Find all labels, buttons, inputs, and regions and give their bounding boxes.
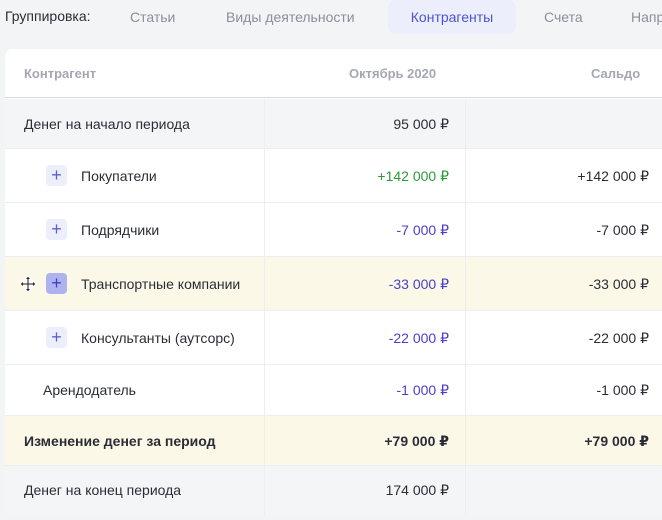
- row-value: 95 000 ₽: [393, 116, 449, 132]
- header-balance[interactable]: Сальдо: [591, 66, 640, 81]
- tab-activity-types[interactable]: Виды деятельности: [226, 0, 355, 34]
- column-divider: [465, 416, 466, 465]
- row-balance: +79 000 ₽: [584, 433, 649, 449]
- row-balance: -22 000 ₽: [588, 330, 649, 346]
- table-row-transport[interactable]: + Транспортные компании -33 000 ₽ -33 00…: [5, 257, 662, 311]
- row-balance: -1 000 ₽: [596, 382, 650, 398]
- column-divider: [465, 149, 466, 202]
- expand-icon[interactable]: +: [46, 219, 67, 240]
- row-label: Денег на конец периода: [24, 482, 182, 498]
- column-divider: [264, 466, 265, 515]
- column-divider: [465, 365, 466, 415]
- row-value: 174 000 ₽: [385, 482, 449, 498]
- cashflow-table: Контрагент Октябрь 2020 Сальдо Денег на …: [5, 49, 662, 515]
- table-row-change: Изменение денег за период +79 000 ₽ +79 …: [5, 416, 662, 466]
- column-divider: [264, 149, 265, 202]
- expand-icon[interactable]: +: [46, 165, 67, 186]
- table-row-opening: Денег на начало периода 95 000 ₽: [5, 99, 662, 149]
- table-row-contractors[interactable]: + Подрядчики -7 000 ₽ -7 000 ₽: [5, 203, 662, 257]
- empty-cell: [465, 99, 662, 148]
- row-value: -22 000 ₽: [388, 330, 449, 346]
- row-balance: -33 000 ₽: [588, 276, 649, 292]
- expand-icon[interactable]: +: [46, 327, 67, 348]
- row-label: Арендодатель: [43, 382, 136, 398]
- row-value: -33 000 ₽: [388, 276, 449, 292]
- row-label: Транспортные компании: [81, 276, 241, 292]
- row-balance: -7 000 ₽: [596, 222, 650, 238]
- column-divider: [264, 311, 265, 364]
- grouping-label: Группировка:: [5, 8, 91, 24]
- table-row-landlord[interactable]: Арендодатель -1 000 ₽ -1 000 ₽: [5, 365, 662, 416]
- grouping-bar: Группировка: Статьи Виды деятельности Ко…: [0, 0, 662, 34]
- table-row-buyers[interactable]: + Покупатели +142 000 ₽ +142 000 ₽: [5, 149, 662, 203]
- tab-articles[interactable]: Статьи: [130, 0, 175, 34]
- column-divider: [465, 99, 466, 148]
- row-label: Подрядчики: [81, 222, 160, 238]
- row-balance: +142 000 ₽: [577, 168, 649, 184]
- column-divider: [264, 416, 265, 465]
- row-label: Денег на начало периода: [24, 116, 190, 132]
- header-period[interactable]: Октябрь 2020: [349, 66, 436, 81]
- column-divider: [465, 257, 466, 310]
- row-label: Консультанты (аутсорс): [81, 330, 235, 346]
- column-divider: [465, 466, 466, 515]
- table-row-closing: Денег на конец периода 174 000 ₽: [5, 466, 662, 515]
- column-divider: [264, 203, 265, 256]
- column-divider: [465, 203, 466, 256]
- tab-directions[interactable]: Напр: [631, 0, 662, 34]
- row-label: Изменение денег за период: [24, 433, 216, 449]
- tab-accounts[interactable]: Счета: [544, 0, 583, 34]
- expand-icon[interactable]: +: [46, 273, 67, 294]
- tab-counterparties[interactable]: Контрагенты: [388, 0, 516, 34]
- move-cursor-icon: [19, 275, 37, 293]
- table-header: Контрагент Октябрь 2020 Сальдо: [5, 49, 662, 98]
- column-divider: [264, 365, 265, 415]
- header-counterparty[interactable]: Контрагент: [24, 66, 96, 81]
- row-value: -1 000 ₽: [396, 382, 450, 398]
- row-value: -7 000 ₽: [396, 222, 450, 238]
- column-divider: [264, 99, 265, 148]
- row-label: Покупатели: [81, 168, 157, 184]
- column-divider: [264, 257, 265, 310]
- row-value: +142 000 ₽: [377, 168, 449, 184]
- table-row-consultants[interactable]: + Консультанты (аутсорс) -22 000 ₽ -22 0…: [5, 311, 662, 365]
- column-divider: [465, 311, 466, 364]
- row-value: +79 000 ₽: [384, 433, 449, 449]
